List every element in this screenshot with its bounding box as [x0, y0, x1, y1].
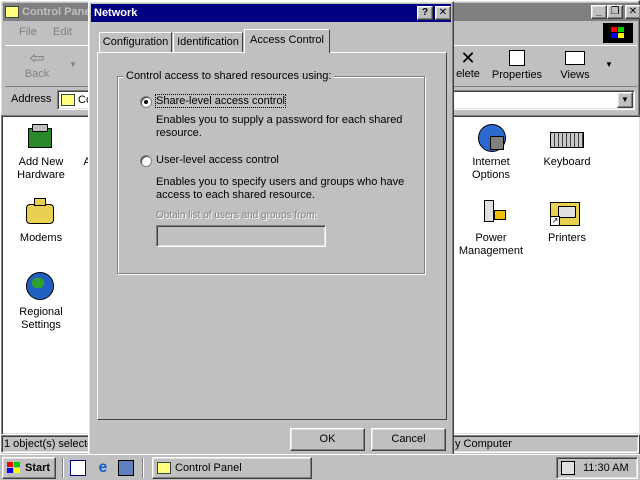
properties-icon — [509, 50, 525, 66]
start-button[interactable]: Start — [2, 457, 56, 479]
power-management-icon[interactable] — [476, 196, 508, 228]
add-new-hardware-icon[interactable] — [24, 122, 56, 154]
share-level-description: Enables you to supply a password for eac… — [156, 114, 403, 139]
share-level-label[interactable]: Share-level access control — [154, 94, 287, 108]
back-button[interactable]: ⇦ Back — [11, 48, 63, 86]
quicklaunch-ie-icon[interactable]: e — [94, 459, 112, 477]
taskbar-control-panel-label: Control Panel — [175, 462, 242, 474]
modems-icon[interactable] — [24, 196, 56, 228]
help-button[interactable]: ? — [417, 6, 433, 20]
access-control-panel: Control access to shared resources using… — [97, 52, 447, 420]
user-level-label[interactable]: User-level access control — [156, 154, 279, 166]
tab-identification[interactable]: Identification — [173, 32, 243, 52]
back-dropdown-icon[interactable]: ▼ — [69, 60, 77, 69]
address-dropdown-button[interactable]: ▼ — [617, 92, 633, 108]
regional-settings-label: Regional Settings — [19, 306, 63, 331]
delete-button[interactable]: ✕ elete — [453, 48, 483, 86]
obtain-list-field[interactable] — [156, 225, 326, 247]
tray-network-icon[interactable] — [561, 461, 575, 475]
control-panel-small-icon — [61, 94, 75, 106]
control-panel-task-icon — [157, 462, 171, 474]
system-tray: 11:30 AM — [556, 457, 638, 479]
user-level-description: Enables you to specify users and groups … — [156, 176, 405, 201]
maximize-button[interactable]: ❐ — [607, 5, 623, 19]
status-right: y Computer — [455, 438, 512, 450]
keyboard-icon[interactable] — [550, 126, 584, 150]
user-level-radio[interactable] — [140, 155, 152, 167]
access-group-label: Control access to shared resources using… — [123, 70, 335, 82]
share-level-radio[interactable] — [140, 96, 152, 108]
menu-file[interactable]: File — [19, 26, 37, 38]
regional-settings-icon[interactable] — [24, 270, 56, 302]
address-label: Address — [11, 93, 52, 105]
internet-options-label: Internet Options — [472, 156, 510, 181]
cancel-button[interactable]: Cancel — [371, 428, 446, 451]
start-label: Start — [25, 462, 51, 474]
views-button[interactable]: Views — [553, 48, 597, 86]
network-titlebar[interactable]: Network ? ✕ — [91, 4, 451, 22]
taskbar-control-panel-button[interactable]: Control Panel — [152, 457, 312, 479]
dialog-close-button[interactable]: ✕ — [435, 6, 451, 20]
properties-button[interactable]: Properties — [489, 48, 545, 86]
control-panel-title: Control Panel — [22, 6, 94, 18]
add-new-hardware-label: Add New Hardware — [17, 156, 65, 181]
obtain-list-label: Obtain list of users and groups from: — [156, 210, 318, 221]
status-left: 1 object(s) selecte — [4, 438, 94, 450]
control-panel-title-icon — [5, 6, 19, 18]
keyboard-label: Keyboard — [543, 156, 591, 168]
windows-logo-icon — [603, 23, 633, 43]
network-dialog: Network ? ✕ Configuration Identification… — [88, 1, 454, 457]
network-title: Network — [94, 7, 138, 19]
back-arrow-icon: ⇦ — [29, 48, 45, 68]
taskbar: Start e Control Panel 11:30 AM — [0, 454, 640, 480]
menu-edit[interactable]: Edit — [53, 26, 72, 38]
delete-x-icon: ✕ — [460, 48, 476, 68]
ok-button[interactable]: OK — [290, 428, 365, 451]
tab-access-control[interactable]: Access Control — [244, 29, 330, 53]
quicklaunch-channels-icon[interactable] — [118, 460, 134, 476]
clock[interactable]: 11:30 AM — [583, 462, 629, 474]
modems-label: Modems — [19, 232, 63, 244]
tab-configuration[interactable]: Configuration — [99, 32, 172, 52]
views-icon — [565, 51, 585, 65]
shortcut-arrow-icon: ↗ — [550, 216, 560, 226]
close-button[interactable]: ✕ — [625, 5, 640, 19]
quicklaunch-desktop-icon[interactable] — [70, 460, 86, 476]
windows-flag-icon — [7, 462, 21, 474]
internet-options-icon[interactable] — [476, 122, 508, 154]
views-dropdown-icon[interactable]: ▼ — [605, 60, 613, 69]
minimize-button[interactable]: _ — [591, 5, 607, 19]
printers-icon[interactable]: ↗ — [550, 196, 582, 228]
power-management-label: Power Management — [458, 232, 524, 257]
printers-label: Printers — [548, 232, 586, 244]
